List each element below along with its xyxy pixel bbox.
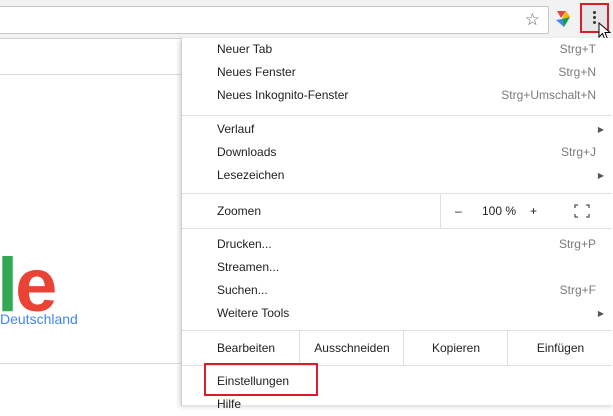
browser-dropdown-menu: Neuer Tab Strg+T Neues Fenster Strg+N Ne… bbox=[181, 38, 613, 411]
menu-edit-row: Bearbeiten Ausschneiden Kopieren Einfüge… bbox=[182, 331, 612, 365]
menu-separator bbox=[182, 228, 612, 229]
menu-item-history[interactable]: Verlauf ▶ bbox=[182, 118, 612, 141]
extension-icon[interactable] bbox=[552, 8, 574, 30]
menu-item-more-tools[interactable]: Weitere Tools ▶ bbox=[182, 302, 612, 325]
shortcut-new-window: Strg+N bbox=[558, 65, 596, 79]
paste-button[interactable]: Einfügen bbox=[507, 331, 613, 365]
star-icon[interactable]: ☆ bbox=[525, 10, 540, 30]
zoom-level: 100 % bbox=[481, 204, 517, 218]
shortcut-print: Strg+P bbox=[558, 237, 596, 251]
menu-separator bbox=[182, 115, 612, 116]
submenu-arrow-icon: ▶ bbox=[597, 309, 604, 318]
menu-item-downloads[interactable]: Downloads Strg+J bbox=[182, 141, 612, 164]
submenu-arrow-icon: ▶ bbox=[597, 171, 604, 180]
menu-item-bookmarks[interactable]: Lesezeichen ▶ bbox=[182, 164, 612, 187]
menu-item-cast[interactable]: Streamen... bbox=[182, 256, 612, 279]
zoom-in-button[interactable]: + bbox=[530, 194, 537, 228]
zoom-controls: – 100 % + bbox=[440, 194, 613, 228]
page-divider bbox=[0, 74, 181, 75]
region-label: Deutschland bbox=[0, 311, 78, 327]
browser-toolbar: ☆ bbox=[0, 0, 613, 39]
cut-button[interactable]: Ausschneiden bbox=[299, 331, 404, 365]
address-bar[interactable]: ☆ bbox=[0, 6, 549, 34]
menu-zoom-row: Zoomen – 100 % + bbox=[182, 194, 612, 228]
zoom-label: Zoomen bbox=[217, 204, 262, 218]
zoom-out-button[interactable]: – bbox=[455, 194, 462, 228]
page-divider bbox=[0, 363, 181, 364]
edit-label: Bearbeiten bbox=[217, 341, 276, 355]
settings-highlight-box bbox=[204, 363, 318, 396]
menu-item-new-incognito[interactable]: Neues Inkognito-Fenster Strg+Umschalt+N bbox=[182, 84, 612, 107]
shortcut-downloads: Strg+J bbox=[560, 145, 596, 159]
menu-item-print[interactable]: Drucken... Strg+P bbox=[182, 233, 612, 256]
fullscreen-icon[interactable] bbox=[574, 204, 590, 218]
menu-item-new-tab[interactable]: Neuer Tab Strg+T bbox=[182, 38, 612, 61]
copy-button[interactable]: Kopieren bbox=[403, 331, 508, 365]
shortcut-new-tab: Strg+T bbox=[559, 42, 596, 56]
shortcut-find: Strg+F bbox=[559, 283, 596, 297]
shortcut-new-incognito: Strg+Umschalt+N bbox=[501, 88, 596, 102]
three-dots-vertical-icon bbox=[593, 11, 596, 26]
submenu-arrow-icon: ▶ bbox=[597, 125, 604, 134]
menu-item-new-window[interactable]: Neues Fenster Strg+N bbox=[182, 61, 612, 84]
menu-item-find[interactable]: Suchen... Strg+F bbox=[182, 279, 612, 302]
